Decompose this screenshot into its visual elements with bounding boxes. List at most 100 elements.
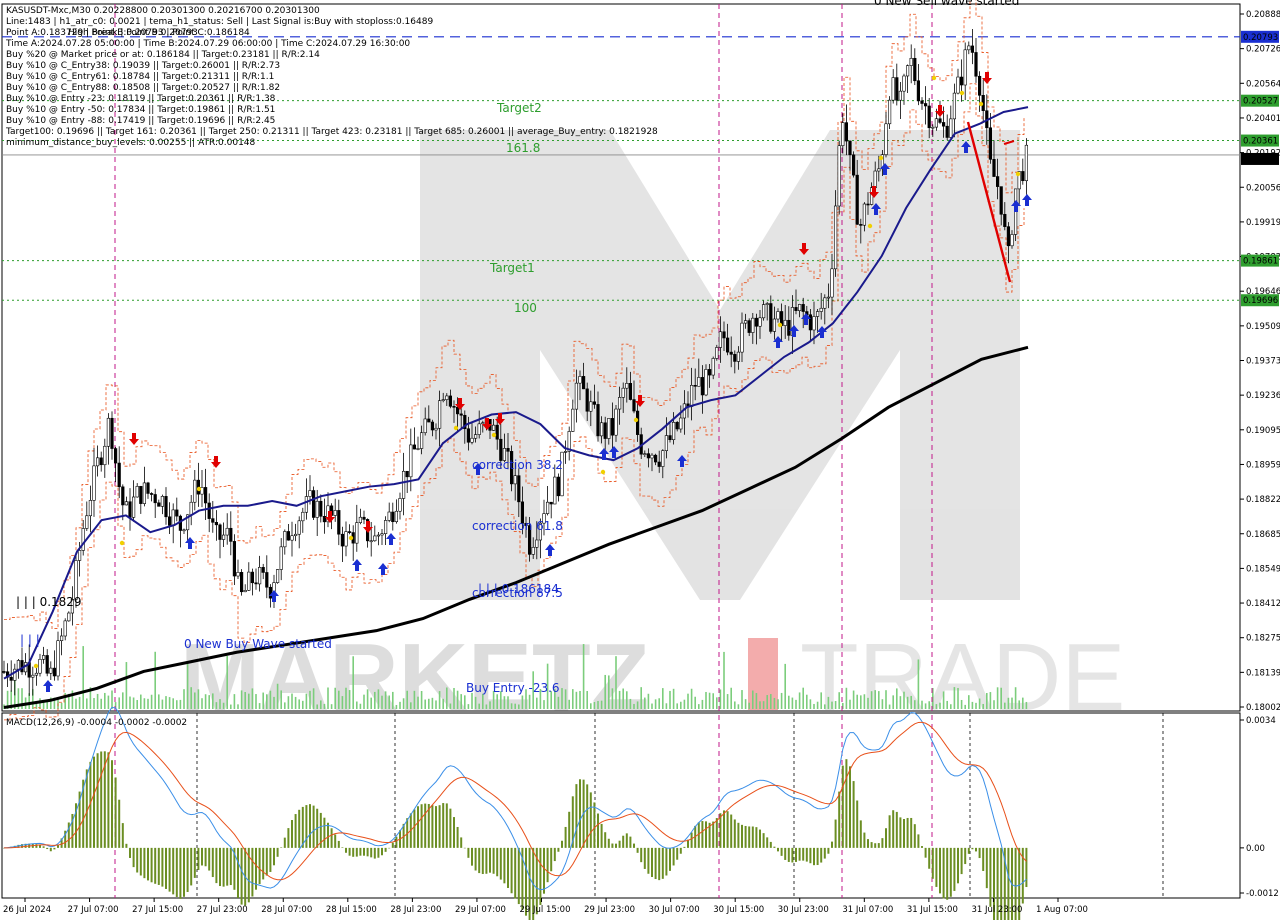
macd-hist-bar	[802, 847, 805, 861]
volume-bar	[359, 703, 362, 709]
macd-hist-bar	[96, 753, 99, 848]
volume-bar	[158, 694, 160, 709]
macd-hist-bar	[845, 759, 848, 848]
time-label: 28 Jul 15:00	[326, 905, 377, 915]
volume-bar	[856, 694, 858, 709]
volume-bar	[370, 697, 372, 709]
macd-hist-bar	[309, 804, 311, 848]
macd-hist-bar	[597, 813, 599, 848]
volume-bar	[255, 694, 257, 709]
signal-dot	[33, 663, 39, 669]
time-label: 28 Jul 07:00	[261, 905, 312, 915]
volume-bar	[212, 693, 214, 709]
macd-hist-bar	[114, 777, 117, 848]
price-badge-label: 0.20301	[1243, 155, 1278, 165]
volume-bar	[809, 699, 812, 709]
volume-bar	[888, 704, 891, 709]
macd-hist-bar	[373, 847, 376, 859]
volume-bar	[831, 701, 833, 709]
macd-hist-bar	[161, 847, 164, 887]
volume-bar	[881, 699, 884, 709]
volume-bar	[147, 698, 149, 709]
volume-bar	[798, 692, 801, 709]
volume-bar	[111, 690, 113, 709]
volume-bar	[100, 698, 102, 709]
macd-hist-bar	[150, 847, 153, 883]
volume-bar	[478, 703, 480, 709]
macd-hist-bar	[798, 847, 801, 861]
volume-bar	[269, 690, 272, 709]
info-line: Buy %10 @ Entry -88: 0.17419 || Target:0…	[6, 116, 275, 126]
macd-hist-bar	[449, 808, 452, 848]
volume-bar	[946, 700, 948, 709]
macd-hist-bar	[561, 840, 563, 848]
volume-bar	[395, 704, 398, 709]
volume-bar	[651, 703, 653, 709]
volume-bar	[402, 698, 405, 709]
volume-bar	[305, 693, 308, 709]
volume-bar	[467, 704, 470, 709]
signal-dot	[348, 535, 354, 541]
macd-hist-bar	[139, 847, 142, 876]
volume-bar	[626, 691, 628, 709]
volume-bar	[334, 687, 336, 709]
volume-bar	[291, 693, 293, 709]
volume-bar	[834, 701, 837, 709]
macd-hist-bar	[874, 843, 877, 848]
volume-bar	[654, 699, 657, 709]
macd-hist-bar	[640, 847, 643, 863]
volume-bar	[953, 687, 956, 709]
volume-bar	[672, 688, 675, 709]
macd-hist-bar	[1025, 847, 1028, 888]
macd-hist-bar	[143, 847, 146, 879]
volume-bar	[233, 694, 236, 709]
time-label: 26 Jul 2024	[3, 905, 51, 915]
price-tick-label: 0.19236	[1246, 391, 1280, 401]
macd-hist-bar	[892, 810, 895, 848]
volume-bar	[690, 688, 693, 709]
volume-bar	[381, 695, 383, 709]
volume-bar	[399, 701, 401, 709]
signal-dot	[959, 90, 965, 96]
macd-hist-bar	[208, 847, 211, 871]
volume-bar	[611, 688, 614, 709]
candle	[311, 486, 316, 521]
macd-hist-bar	[838, 791, 841, 848]
macd-hist-bar	[442, 803, 445, 848]
macd-hist-bar	[863, 832, 866, 848]
macd-hist-bar	[517, 847, 520, 905]
volume-bar	[136, 700, 138, 709]
macd-hist-bar	[622, 835, 625, 848]
volume-bar	[140, 694, 142, 709]
macd-hist-bar	[381, 847, 383, 856]
macd-hist-bar	[661, 847, 664, 879]
info-line: Buy %10 @ C_Entry38: 0.19039 || Target:0…	[6, 61, 280, 71]
volume-bar	[914, 700, 916, 709]
macd-hist-bar	[42, 846, 45, 848]
macd-hist-bar	[183, 847, 185, 897]
volume-bar	[618, 690, 621, 709]
time-label: 27 Jul 23:00	[197, 905, 248, 915]
time-label: 30 Jul 23:00	[778, 905, 829, 915]
volume-bar	[586, 691, 588, 709]
candle	[887, 96, 892, 130]
volume-bar	[680, 701, 682, 709]
macd-hist-bar	[550, 847, 553, 872]
macd-hist-bar	[503, 847, 506, 884]
macd-hist-bar	[615, 843, 617, 848]
volume-bar	[388, 695, 390, 709]
volume-bar	[503, 696, 506, 709]
volume-bar	[287, 696, 290, 709]
macd-hist-bar	[730, 814, 733, 848]
volume-bar	[928, 701, 930, 709]
macd-hist-bar	[834, 819, 837, 848]
volume-bar	[1000, 687, 1002, 709]
volume-bar	[1014, 687, 1017, 709]
price-badge-label: 0.20361	[1243, 137, 1278, 147]
macd-hist-bar	[186, 847, 189, 892]
info-line: Time A:2024.07.28 05:00:00 | Time B:2024…	[5, 39, 410, 49]
macd-hist-bar	[467, 847, 470, 858]
volume-bar	[806, 694, 808, 709]
volume-bar	[363, 694, 365, 709]
volume-bar	[482, 693, 484, 709]
